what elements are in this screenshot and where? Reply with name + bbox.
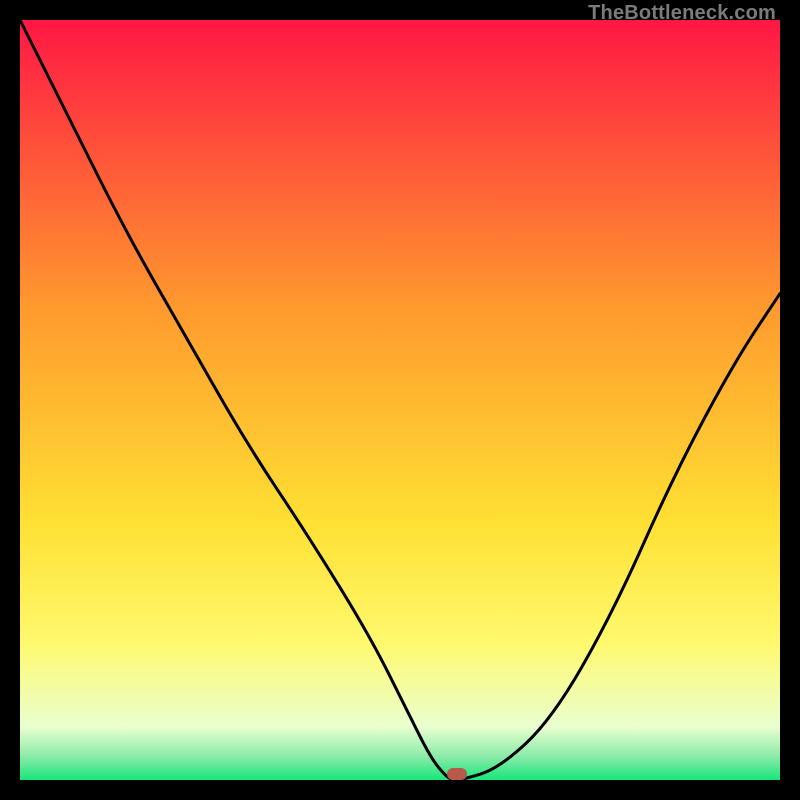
plot-area (20, 20, 780, 780)
optimal-marker (447, 768, 467, 780)
chart-frame: TheBottleneck.com (0, 0, 800, 800)
bottleneck-curve (20, 20, 780, 780)
watermark-text: TheBottleneck.com (588, 2, 776, 25)
